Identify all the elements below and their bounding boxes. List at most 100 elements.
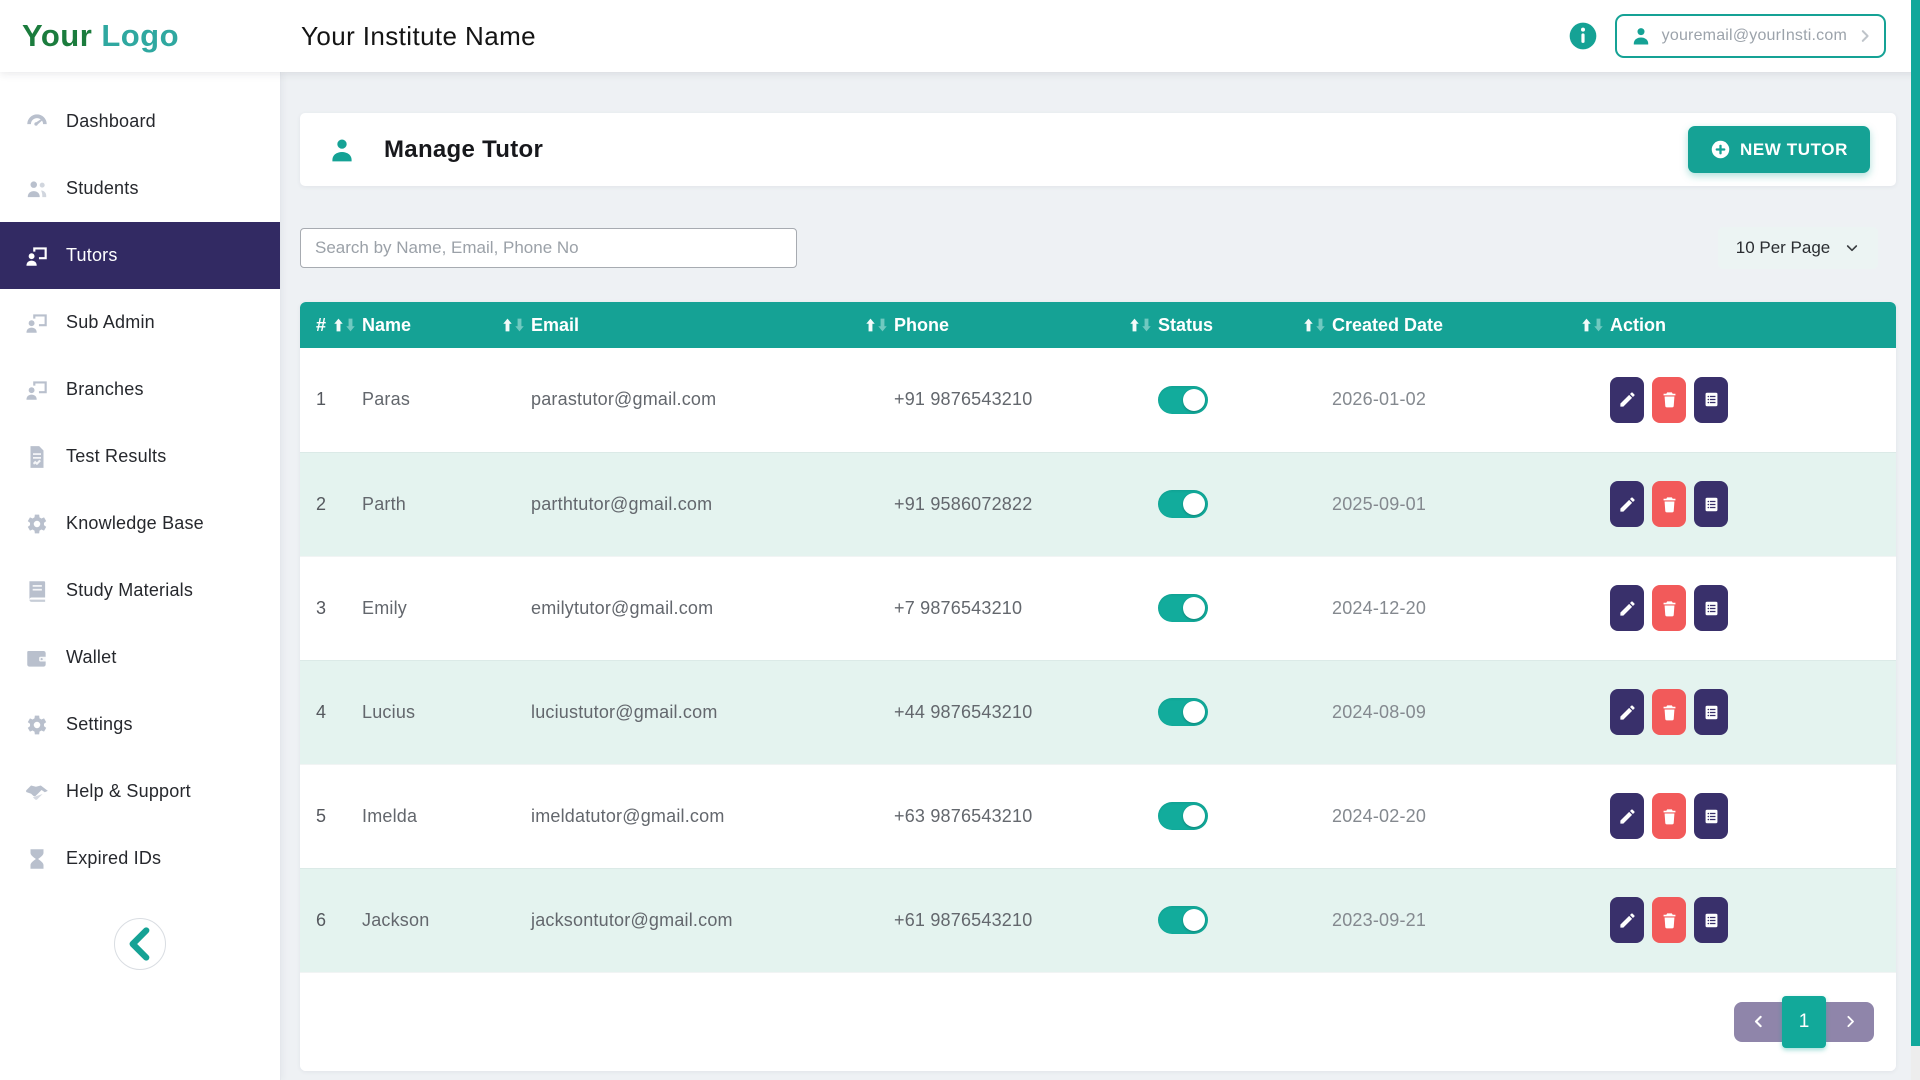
search-input[interactable] <box>300 228 797 268</box>
tutor-row: 3Emilyemilytutor@gmail.com+7 98765432102… <box>300 556 1896 660</box>
person-icon <box>326 134 358 166</box>
delete-tutor-button[interactable] <box>1652 377 1686 423</box>
tutor-name: Emily <box>362 556 531 660</box>
pagination-prev-button[interactable] <box>1734 1002 1782 1042</box>
sidebar-item-dashboard[interactable]: Dashboard <box>0 88 280 155</box>
delete-trash-icon <box>1660 495 1679 514</box>
tutor-details-button[interactable] <box>1694 793 1728 839</box>
person-icon <box>1629 24 1653 48</box>
edit-tutor-button[interactable] <box>1610 897 1644 943</box>
column-label: Email <box>531 315 579 336</box>
edit-tutor-button[interactable] <box>1610 481 1644 527</box>
pagination-next-button[interactable] <box>1826 1002 1874 1042</box>
table-header-row: #NameEmailPhoneStatusCreated DateAction <box>300 302 1896 348</box>
sidebar-item-label: Students <box>66 178 139 199</box>
scrollbar-track <box>1911 0 1920 1080</box>
sidebar-item-help-support[interactable]: Help & Support <box>0 758 280 825</box>
tutor-details-button[interactable] <box>1694 689 1728 735</box>
sidebar: Dashboard Students TutorsSub AdminBranches… <box>0 72 281 1080</box>
status-toggle[interactable] <box>1158 594 1208 622</box>
sidebar-item-branches[interactable]: Branches <box>0 356 280 423</box>
delete-tutor-button[interactable] <box>1652 689 1686 735</box>
created-date: 2026-01-02 <box>1332 348 1610 452</box>
delete-trash-icon <box>1660 911 1679 930</box>
row-actions <box>1610 660 1896 764</box>
status-toggle[interactable] <box>1158 386 1208 414</box>
column-header-email[interactable]: Email <box>531 302 894 348</box>
tutor-details-button[interactable] <box>1694 897 1728 943</box>
sidebar-collapse-button[interactable] <box>114 918 166 970</box>
tutor-name: Parth <box>362 452 531 556</box>
delete-tutor-button[interactable] <box>1652 585 1686 631</box>
toggle-knob <box>1183 389 1205 411</box>
row-number: 1 <box>300 348 362 452</box>
tutor-row: 5Imeldaimeldatutor@gmail.com+63 98765432… <box>300 764 1896 868</box>
edit-tutor-button[interactable] <box>1610 585 1644 631</box>
info-icon[interactable] <box>1567 20 1599 52</box>
delete-trash-icon <box>1660 599 1679 618</box>
settings-gear-icon <box>24 712 50 738</box>
column-header-name[interactable]: Name <box>362 302 531 348</box>
tutor-details-button[interactable] <box>1694 481 1728 527</box>
column-header-phone[interactable]: Phone <box>894 302 1158 348</box>
per-page-select[interactable]: 10 Per Page <box>1718 227 1878 269</box>
sidebar-item-tutors[interactable]: Tutors <box>0 222 280 289</box>
edit-tutor-button[interactable] <box>1610 793 1644 839</box>
delete-tutor-button[interactable] <box>1652 481 1686 527</box>
tutor-phone: +7 9876543210 <box>894 556 1158 660</box>
row-number: 6 <box>300 868 362 972</box>
pagination-current-page[interactable]: 1 <box>1782 996 1826 1048</box>
status-toggle[interactable] <box>1158 698 1208 726</box>
status-toggle[interactable] <box>1158 906 1208 934</box>
handshake-icon <box>24 779 50 805</box>
delete-tutor-button[interactable] <box>1652 897 1686 943</box>
tutor-phone: +91 9876543210 <box>894 348 1158 452</box>
user-account-button[interactable]: youremail@yourInsti.com <box>1615 14 1886 58</box>
column-label: # <box>316 315 326 336</box>
sort-arrows-icon <box>333 318 356 332</box>
column-label: Status <box>1158 315 1213 336</box>
toggle-knob <box>1183 701 1205 723</box>
sort-arrows-icon <box>502 318 525 332</box>
delete-tutor-button[interactable] <box>1652 793 1686 839</box>
sidebar-item-students[interactable]: Students <box>0 155 280 222</box>
sidebar-item-label: Knowledge Base <box>66 513 204 534</box>
logo-word-2: Logo <box>101 18 179 54</box>
column-header-status[interactable]: Status <box>1158 302 1332 348</box>
row-actions <box>1610 764 1896 868</box>
edit-tutor-button[interactable] <box>1610 689 1644 735</box>
sidebar-item-label: Study Materials <box>66 580 193 601</box>
sidebar-item-sub-admin[interactable]: Sub Admin <box>0 289 280 356</box>
test-results-document-icon <box>24 444 50 470</box>
sidebar-item-wallet[interactable]: Wallet <box>0 624 280 691</box>
edit-tutor-button[interactable] <box>1610 377 1644 423</box>
sidebar-item-knowledge-base[interactable]: Knowledge Base <box>0 490 280 557</box>
user-email: youremail@yourInsti.com <box>1662 27 1847 45</box>
new-tutor-button[interactable]: NEW TUTOR <box>1688 126 1870 173</box>
scrollbar-thumb[interactable] <box>1911 0 1920 1046</box>
tutor-details-button[interactable] <box>1694 377 1728 423</box>
tutor-details-button[interactable] <box>1694 585 1728 631</box>
sidebar-item-settings[interactable]: Settings <box>0 691 280 758</box>
page-title: Manage Tutor <box>384 136 543 164</box>
column-header-created-date[interactable]: Created Date <box>1332 302 1610 348</box>
institute-name: Your Institute Name <box>301 21 536 52</box>
hourglass-icon <box>24 846 50 872</box>
chevron-down-icon <box>1844 240 1860 256</box>
wallet-icon <box>24 645 50 671</box>
sort-arrows-icon <box>1303 318 1326 332</box>
created-date: 2023-09-21 <box>1332 868 1610 972</box>
sidebar-item-test-results[interactable]: Test Results <box>0 423 280 490</box>
column-header-num[interactable]: # <box>300 302 362 348</box>
tutor-email: jacksontutor@gmail.com <box>531 868 894 972</box>
status-toggle[interactable] <box>1158 490 1208 518</box>
details-list-icon <box>1702 495 1721 514</box>
sidebar-item-label: Dashboard <box>66 111 156 132</box>
status-toggle[interactable] <box>1158 802 1208 830</box>
page-header-card: Manage Tutor NEW TUTOR <box>300 113 1896 186</box>
sidebar-item-study-materials[interactable]: Study Materials <box>0 557 280 624</box>
tutor-name: Lucius <box>362 660 531 764</box>
sidebar-item-expired-ids[interactable]: Expired IDs <box>0 825 280 892</box>
tutor-status <box>1158 556 1332 660</box>
tutor-email: parastutor@gmail.com <box>531 348 894 452</box>
